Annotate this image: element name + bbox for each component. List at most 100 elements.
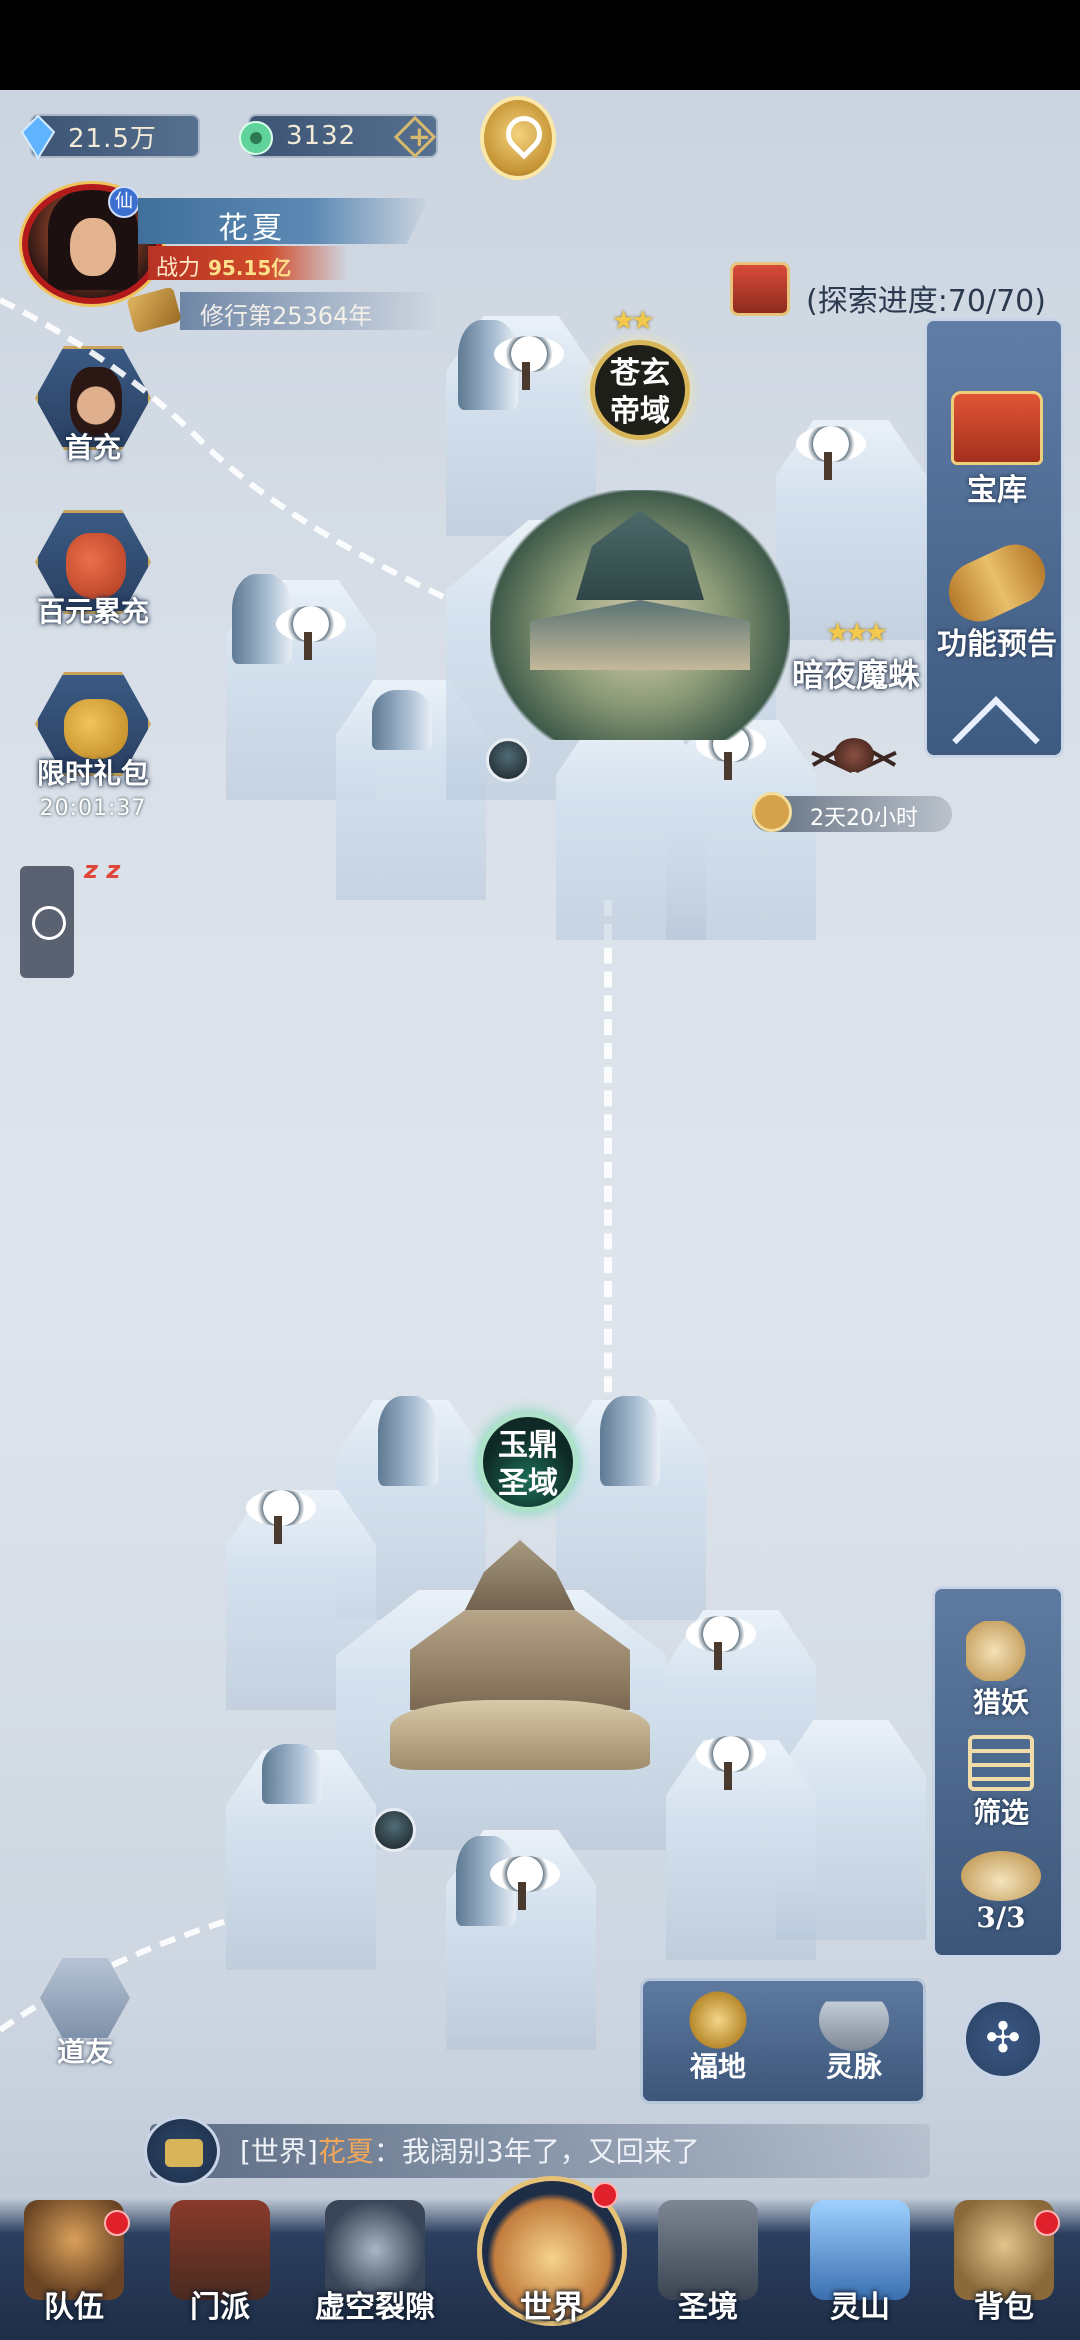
power-label: 战力 [156,256,201,281]
city-bottom-line1: 玉鼎 [498,1428,558,1463]
feature-preview-button[interactable]: 功能预告 [927,534,1067,663]
snow-tree [488,330,568,390]
nav-world-label: 世界 [519,2288,584,2326]
limited-pack-timer: 20:01:37 [39,796,147,821]
nav-spirit-mountain-label: 灵山 [830,2290,890,2325]
nav-holy[interactable]: 圣境 [648,2200,768,2340]
jade-amount: 3132 [286,121,357,151]
chat-icon[interactable] [144,2116,220,2186]
chat-text: ：我阔别3年了，又回来了 [373,2135,700,2168]
snow-tree [484,1850,564,1910]
snow-tree [240,1484,320,1544]
filter-button[interactable]: 筛选 [935,1723,1067,1831]
nav-bag-label: 背包 [974,2290,1034,2325]
boss-timer: 2天20小时 [810,806,918,831]
city-top-line2: 帝域 [610,394,670,429]
mountain-icon [819,1989,889,2051]
daoyou-button[interactable]: 道友 [30,1958,140,2078]
player-marker[interactable] [372,1808,416,1852]
treasure-chest-icon[interactable] [730,262,790,316]
palace-roof [576,510,704,600]
snow-tree [790,420,870,480]
snow-tree [270,600,350,660]
map-path [604,900,612,1440]
treasury-chest-icon [951,391,1043,465]
nav-rift[interactable]: 虚空裂隙 [300,2200,450,2340]
team-notify-dot [104,2210,130,2236]
land-panel: 福地 灵脉 [640,1978,926,2104]
chat-channel: [世界] [240,2135,318,2168]
world-notify-dot [592,2182,618,2208]
fudi-button[interactable]: 福地 [653,1981,783,2101]
diamond-resource[interactable]: 21.5万 [20,114,200,160]
rock [600,1396,660,1486]
jade-icon [236,114,276,160]
snow-tree [680,1610,760,1670]
rock [262,1744,322,1804]
right-function-panel: 宝库 功能预告 [924,318,1067,784]
hunt-label: 猎妖 [972,1686,1029,1719]
diamond-icon [18,114,58,160]
city-badge-cangxuan[interactable]: 苍玄 帝域 [590,340,690,440]
blessed-land-icon [683,1989,753,2051]
city-top-stars: ★★ [612,306,655,336]
boss-name: 暗夜魔蛛 [792,656,921,694]
jade-resource[interactable]: 3132 [239,114,438,159]
add-jade-button[interactable] [393,115,437,159]
cangxuan-palace[interactable] [490,490,790,740]
nav-team-label: 队伍 [44,2290,104,2325]
limited-pack-label: 限时礼包 [36,757,149,790]
rock [378,1396,438,1486]
immortal-badge: 仙 [108,186,140,218]
palace-mid [410,1610,630,1710]
diamond-amount: 21.5万 [68,123,157,154]
compass-button[interactable]: ✣ [962,1998,1044,2080]
nav-sect[interactable]: 门派 [160,2200,280,2340]
flag-tab-button[interactable] [20,866,74,978]
count-button[interactable]: 3/3 [935,1835,1067,1934]
palace-top [460,1540,580,1620]
location-pin-button[interactable] [480,96,556,180]
beast-icon [966,1621,1036,1681]
count-label: 3/3 [976,1901,1026,1934]
feature-preview-label: 功能预告 [937,627,1057,662]
palace-base [390,1700,650,1770]
scroll-icon [939,534,1055,632]
chevron-up-icon[interactable] [952,696,1040,784]
spider-boss-icon[interactable] [810,720,897,790]
treasury-label: 宝库 [967,473,1027,508]
status-bar [0,0,1080,90]
sleep-indicator: z z [84,856,121,884]
snow-tree [690,1730,770,1790]
filter-label: 筛选 [972,1796,1029,1829]
yuding-palace[interactable] [380,1520,660,1790]
palace-hall [530,600,750,670]
nav-holy-label: 圣境 [678,2290,738,2325]
nav-sect-label: 门派 [190,2290,250,2325]
player-name: 花夏 [218,211,286,246]
right-tools-panel: 猎妖 筛选 3/3 [932,1586,1064,1958]
lingmai-button[interactable]: 灵脉 [789,1981,919,2101]
treasury-button[interactable]: 宝库 [927,391,1067,509]
plate-icon [961,1851,1041,1901]
chat-sender: 花夏 [317,2135,374,2168]
power-value: 95.15亿 [208,256,292,280]
boss-stars: ★★★ [826,618,888,648]
hourglass-icon [752,792,792,832]
nav-spirit-mountain[interactable]: 灵山 [800,2200,920,2340]
bag-notify-dot [1034,2210,1060,2236]
friends-icon [40,1958,130,2038]
city-top-line1: 苍玄 [610,356,670,391]
nav-rift-label: 虚空裂隙 [315,2290,435,2325]
avatar-face [70,218,116,276]
lingmai-label: 灵脉 [825,2050,882,2083]
city-bottom-line2: 圣域 [498,1466,558,1501]
player-marker[interactable] [486,738,530,782]
filter-icon [968,1735,1034,1791]
rock [372,690,432,750]
fudi-label: 福地 [689,2050,746,2083]
city-badge-yuding[interactable]: 玉鼎 圣域 [478,1412,578,1512]
chat-message: [世界]花夏：我阔别3年了，又回来了 [240,2130,700,2170]
explore-progress: (探索进度:70/70) [806,284,1046,319]
hunt-button[interactable]: 猎妖 [935,1609,1067,1721]
